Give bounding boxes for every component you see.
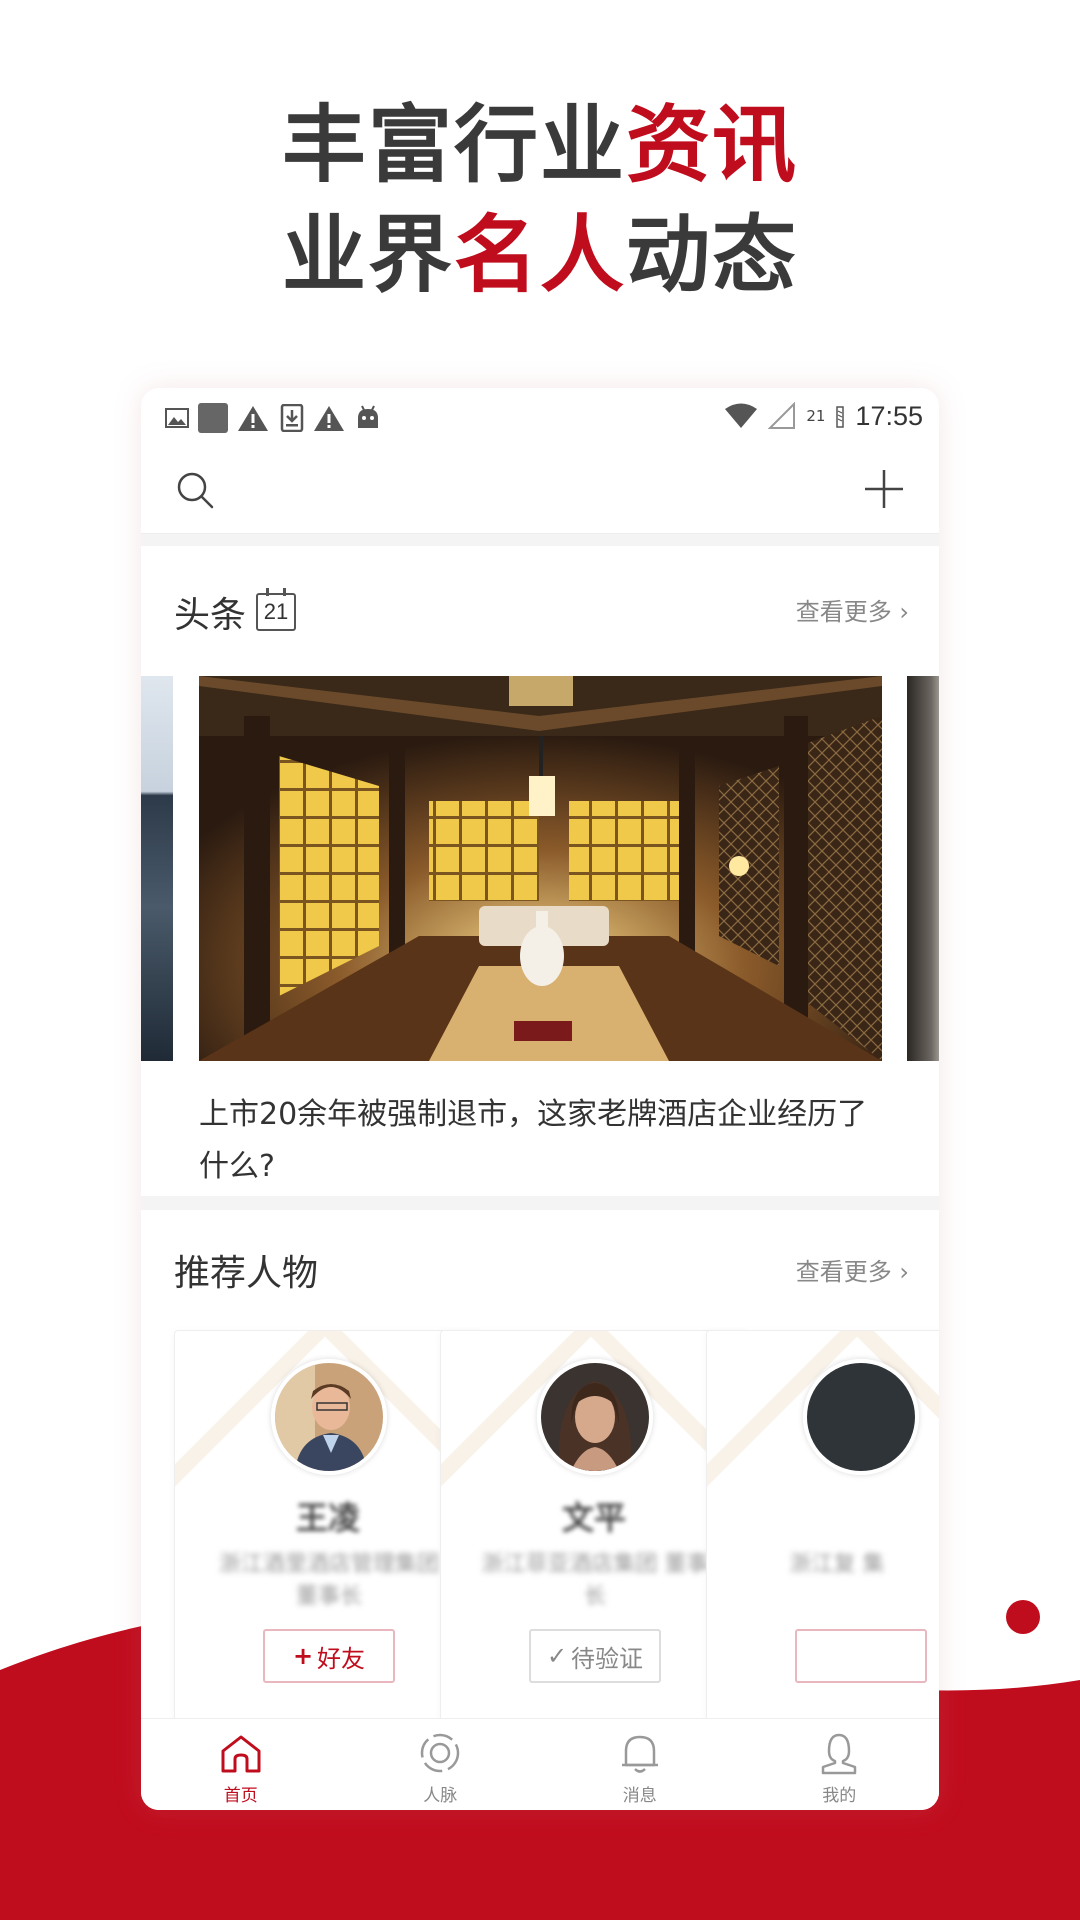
promo-line-2-highlight: 名人: [453, 205, 626, 304]
carousel-slide-prev[interactable]: [141, 676, 173, 1061]
promo-line-2-plain-a: 业界: [281, 205, 454, 304]
headlines-more-link[interactable]: 查看更多 ›: [796, 592, 909, 627]
android-icon: [358, 405, 378, 428]
promo-line-2: 业界名人动态: [0, 200, 1080, 310]
tab-home[interactable]: 首页: [141, 1719, 341, 1810]
person-title: 浙江复 集: [789, 1552, 885, 1577]
more-label: 查看更多: [795, 1258, 892, 1286]
more-label: 查看更多: [795, 598, 892, 626]
add-friend-button[interactable]: [795, 1629, 927, 1683]
bottom-tab-bar: 首页 人脉 消息 我的: [141, 1718, 939, 1810]
decor-dot: [1006, 1600, 1040, 1634]
status-bar: 21 17:55: [141, 388, 939, 444]
search-icon[interactable]: [175, 470, 215, 510]
news-headline[interactable]: 上市20余年被强制退市，这家老牌酒店企业经历了什么?: [199, 1089, 889, 1193]
bell-icon: [621, 1735, 658, 1773]
person-name: 王凌: [295, 1499, 360, 1537]
people-more-link[interactable]: 查看更多 ›: [796, 1252, 909, 1287]
calendar-icon: 21: [256, 588, 297, 631]
person-title: 浙江酒里酒店管理集团 董事长: [218, 1552, 439, 1609]
battery-icon: [836, 406, 845, 428]
home-icon: [221, 1735, 261, 1773]
person-card[interactable]: 浙江复 集: [706, 1330, 939, 1750]
promo-line-1-highlight: 资讯: [626, 95, 799, 194]
carousel-slide-current[interactable]: [199, 676, 882, 1061]
headlines-title: 头条: [174, 595, 247, 636]
headlines-section: 头条 21 查看更多 › 上市20余年被强制退市，这家老牌酒店企业经历了什么?: [141, 546, 939, 1196]
button-label: 好友: [317, 1644, 366, 1673]
tab-label: 我的: [822, 1786, 857, 1806]
person-card[interactable]: 王凌 浙江酒里酒店管理集团 董事长 + 好友: [174, 1330, 482, 1750]
news-carousel[interactable]: [141, 676, 939, 1061]
tab-network[interactable]: 人脉: [341, 1719, 541, 1810]
tab-label: 人脉: [423, 1786, 458, 1806]
warning-icon: [238, 406, 268, 431]
tab-label: 消息: [622, 1786, 657, 1806]
person-name: 文平: [561, 1499, 626, 1537]
avatar: [271, 1359, 387, 1475]
top-bar: [141, 444, 939, 534]
battery-level: 21: [806, 407, 826, 425]
chevron-right-icon: ›: [891, 598, 909, 626]
avatar: [803, 1359, 919, 1475]
tab-messages[interactable]: 消息: [540, 1719, 740, 1810]
plus-icon: +: [292, 1642, 314, 1670]
promo-line-1-plain: 丰富行业: [281, 95, 626, 194]
news-image: [199, 676, 882, 1061]
avatar: [537, 1359, 653, 1475]
section-title-row: 头条 21: [174, 586, 297, 638]
carousel-slide-next[interactable]: [907, 676, 939, 1061]
download-icon: [280, 404, 304, 432]
plus-icon[interactable]: [863, 468, 905, 510]
wifi-icon: [725, 403, 758, 428]
promo-headline: 丰富行业资讯 业界名人动态: [0, 90, 1080, 310]
tab-profile[interactable]: 我的: [740, 1719, 940, 1810]
promo-line-1: 丰富行业资讯: [0, 90, 1080, 200]
promo-line-2-plain-b: 动态: [626, 205, 799, 304]
square-icon: [198, 403, 228, 433]
add-friend-button[interactable]: + 好友: [263, 1629, 395, 1683]
check-icon: ✓: [546, 1642, 568, 1670]
image-icon: [165, 408, 189, 428]
warning-icon: [314, 406, 344, 431]
signal-icon: [768, 402, 796, 429]
people-title: 推荐人物: [174, 1253, 319, 1294]
person-title: 浙江菲亚酒店集团 董事长: [481, 1552, 709, 1609]
person-card[interactable]: 文平 浙江菲亚酒店集团 董事长 ✓ 待验证: [440, 1330, 748, 1750]
pending-verification-button[interactable]: ✓ 待验证: [529, 1629, 661, 1683]
phone-screen: 21 17:55 头条 21 查看更多 › 上市20余年被强制退市，这家老牌酒店…: [141, 388, 939, 1810]
network-icon: [421, 1733, 460, 1773]
profile-icon: [822, 1733, 857, 1775]
chevron-right-icon: ›: [891, 1258, 909, 1286]
tab-label: 首页: [223, 1786, 258, 1806]
clock: 17:55: [855, 400, 923, 431]
status-right: 21 17:55: [724, 396, 923, 436]
date-badge-number: 21: [263, 599, 289, 624]
button-label: 待验证: [571, 1644, 644, 1673]
